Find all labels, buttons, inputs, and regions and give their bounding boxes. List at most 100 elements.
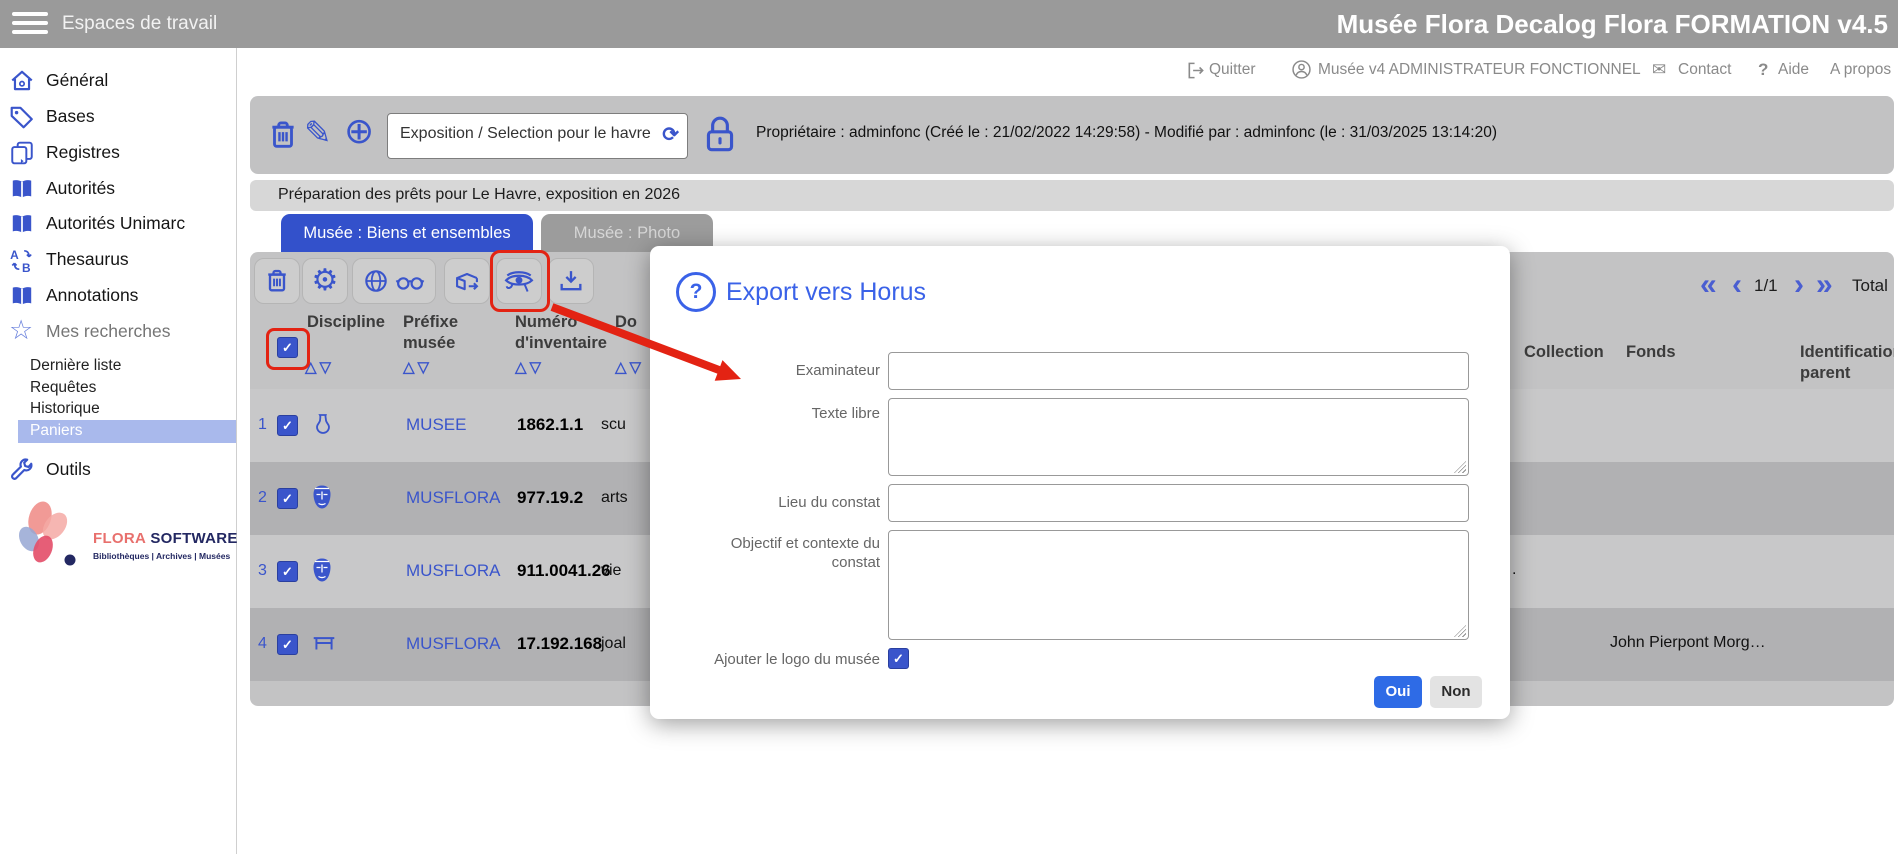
prefix-link[interactable]: MUSFLORA [406, 561, 500, 581]
column-header-collection: Collection [1524, 342, 1604, 363]
row-number: 4 [258, 635, 267, 653]
pagination-prev[interactable]: ‹ [1732, 270, 1742, 300]
select-all-checkbox[interactable]: ✓ [277, 337, 298, 358]
flora-software-logo-icon [8, 496, 88, 574]
objectif-contexte-textarea[interactable] [888, 530, 1469, 640]
row-checkbox[interactable]: ✓ [277, 415, 298, 436]
translate-icon: A B [9, 247, 35, 273]
lieu-constat-label: Lieu du constat [680, 493, 880, 512]
pagination-next[interactable]: › [1794, 270, 1804, 300]
sort-icons-prefixe[interactable]: △▽ [403, 358, 432, 376]
modal-help-icon[interactable]: ? [676, 272, 716, 312]
sidebar-item-registres[interactable]: Registres [0, 138, 236, 168]
sidebar-item-outils[interactable]: Outils [0, 455, 236, 485]
web-view-button[interactable] [352, 258, 436, 304]
contact-link[interactable]: Contact [1678, 61, 1731, 79]
inventory-number: 17.192.168 [517, 634, 602, 654]
globe-icon [363, 268, 389, 294]
lock-icon[interactable] [702, 114, 738, 156]
delete-record-icon[interactable] [266, 118, 300, 152]
inventory-number: 977.19.2 [517, 488, 583, 508]
help-link[interactable]: Aide [1778, 61, 1809, 79]
export-horus-button[interactable] [496, 258, 542, 304]
pagination-last[interactable]: » [1816, 270, 1833, 300]
column-header-discipline: Discipline [307, 312, 385, 333]
sidebar-subitem-requetes[interactable]: Requêtes [30, 379, 96, 397]
logo-brand2: SOFTWARE [150, 530, 237, 547]
identification-parent-cell: John Pierpont Morg… [1610, 634, 1766, 652]
settings-button[interactable]: ⚙ [302, 258, 348, 304]
sort-icons-discipline[interactable]: △▽ [305, 358, 334, 376]
quit-link[interactable]: Quitter [1209, 61, 1256, 79]
bench-icon [311, 630, 337, 656]
prefix-link[interactable]: MUSFLORA [406, 488, 500, 508]
column-header-numero: Numéro d'inventaire [515, 312, 625, 354]
trash-icon [263, 267, 291, 295]
sidebar-subitem-historique[interactable]: Historique [30, 400, 100, 418]
workspace-label: Espaces de travail [62, 13, 217, 35]
sidebar-item-label: Bases [46, 106, 95, 127]
lieu-constat-input[interactable] [888, 484, 1469, 522]
export-box-button[interactable] [444, 258, 490, 304]
envelope-icon: ✉ [1652, 60, 1666, 80]
sidebar-subitem-paniers[interactable]: Paniers [18, 420, 236, 443]
exit-icon [1186, 61, 1205, 80]
examinateur-input[interactable] [888, 352, 1469, 390]
mask-icon [311, 484, 333, 510]
sidebar-item-label: Registres [46, 142, 120, 163]
sidebar-item-autorites[interactable]: Autorités [0, 174, 236, 204]
row-number: 3 [258, 562, 267, 580]
check-icon: ✓ [282, 564, 293, 579]
download-button[interactable] [548, 258, 594, 304]
row-checkbox[interactable]: ✓ [277, 634, 298, 655]
row-checkbox[interactable]: ✓ [277, 488, 298, 509]
basket-selector[interactable]: Exposition / Selection pour le havre ⟳ [387, 113, 688, 159]
wrench-icon [9, 457, 35, 483]
export-horus-modal: ? Export vers Horus Examinateur Texte li… [650, 246, 1510, 719]
mask-icon [311, 557, 333, 583]
hamburger-menu-icon[interactable] [12, 12, 48, 36]
basket-selector-value: Exposition / Selection pour le havre [400, 125, 651, 143]
column-header-domaine: Do [615, 312, 637, 333]
flora-software-wordmark: FLORA SOFTWARE [93, 530, 238, 547]
sidebar-item-mes-recherches[interactable]: ☆ Mes recherches [0, 317, 236, 347]
sidebar-item-general[interactable]: Général [0, 66, 236, 96]
sort-icons-numero[interactable]: △▽ [515, 358, 544, 376]
ajouter-logo-checkbox[interactable]: ✓ [888, 648, 909, 669]
sidebar-item-bases[interactable]: Bases [0, 102, 236, 132]
sidebar-item-autorites-unimarc[interactable]: Autorités Unimarc [0, 209, 236, 239]
sidebar-item-label: Autorités Unimarc [46, 213, 185, 234]
record-properties: Propriétaire : adminfonc (Créé le : 21/0… [756, 124, 1497, 142]
row-checkbox[interactable]: ✓ [277, 561, 298, 582]
sidebar-item-annotations[interactable]: Annotations [0, 281, 236, 311]
refresh-icon[interactable]: ⟳ [662, 122, 679, 147]
texte-libre-textarea[interactable] [888, 398, 1469, 476]
modal-title: Export vers Horus [726, 278, 926, 307]
about-link[interactable]: A propos [1830, 61, 1891, 79]
book-icon [9, 283, 35, 309]
tab-biens-et-ensembles[interactable]: Musée : Biens et ensembles [281, 214, 533, 252]
description-text: Préparation des prêts pour Le Havre, exp… [278, 186, 680, 204]
pagination-first[interactable]: « [1700, 270, 1717, 300]
check-icon: ✓ [893, 651, 904, 666]
sidebar: Général Bases Registres Autorités Autori… [0, 48, 237, 854]
pagination-page: 1/1 [1754, 276, 1778, 296]
add-record-icon[interactable]: ⊕ [344, 116, 374, 146]
oui-button[interactable]: Oui [1374, 676, 1422, 708]
row-number: 1 [258, 416, 267, 434]
box-export-icon [452, 267, 482, 295]
sidebar-subitem-derniere-liste[interactable]: Dernière liste [30, 357, 121, 375]
prefix-link[interactable]: MUSEE [406, 415, 466, 435]
non-button[interactable]: Non [1430, 676, 1482, 708]
sidebar-item-thesaurus[interactable]: A B Thesaurus [0, 245, 236, 275]
delete-selection-button[interactable] [254, 258, 300, 304]
current-user-label[interactable]: Musée v4 ADMINISTRATEUR FONCTIONNEL [1318, 61, 1641, 79]
edit-record-icon[interactable]: ✎ [304, 118, 332, 148]
prefix-link[interactable]: MUSFLORA [406, 634, 500, 654]
record-toolbar: ✎ ⊕ Exposition / Selection pour le havre… [250, 96, 1894, 174]
texte-libre-label: Texte libre [680, 404, 880, 423]
star-icon: ☆ [9, 319, 35, 345]
ajouter-logo-label: Ajouter le logo du musée [680, 650, 880, 669]
user-bar: Quitter Musée v4 ADMINISTRATEUR FONCTION… [237, 48, 1898, 92]
sort-icons-domaine[interactable]: △▽ [615, 358, 644, 376]
